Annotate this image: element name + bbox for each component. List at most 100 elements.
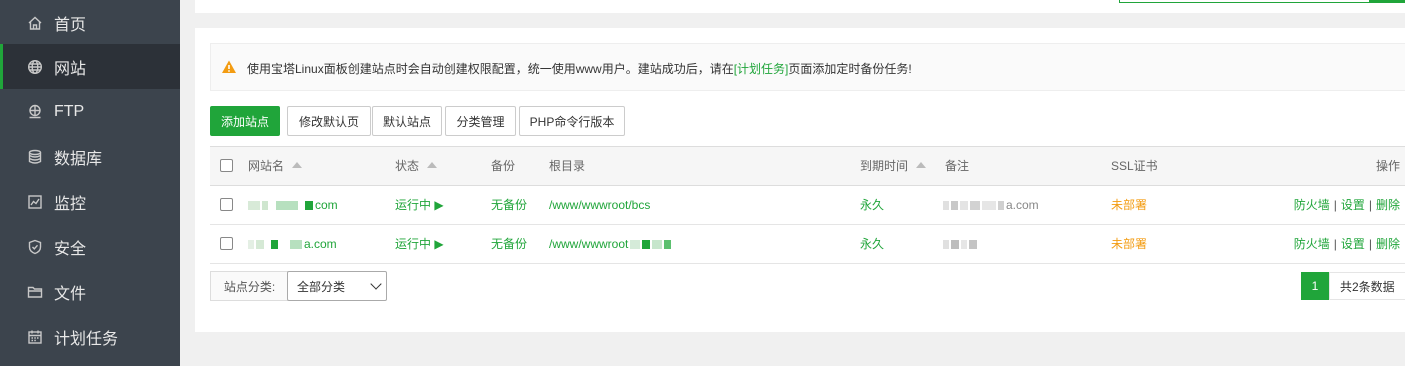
remark-value[interactable] xyxy=(943,225,979,263)
separator: | xyxy=(1333,198,1337,212)
status-toggle[interactable]: 运行中 ▶ xyxy=(395,225,444,263)
search-input[interactable] xyxy=(1119,0,1369,3)
sidebar-item-monitor[interactable]: 监控 xyxy=(0,179,180,224)
page-button-current[interactable]: 1 xyxy=(1301,272,1329,300)
sidebar-item-label: 首页 xyxy=(54,16,87,34)
redacted-mark xyxy=(943,201,949,211)
sidebar-item-database[interactable]: 数据库 xyxy=(0,134,180,179)
total-count: 共2条数据 xyxy=(1329,272,1405,300)
status-toggle[interactable]: 运行中 ▶ xyxy=(395,186,444,224)
sidebar-item-label: 网站 xyxy=(54,60,87,78)
backup-link[interactable]: 无备份 xyxy=(491,186,527,224)
redacted-mark xyxy=(960,201,968,211)
remark-text: a.com xyxy=(1006,198,1039,212)
sort-icon xyxy=(427,161,438,168)
root-dir-link[interactable]: /www/wwwroot xyxy=(549,225,673,263)
redacted-gap xyxy=(270,201,274,210)
home-icon xyxy=(26,14,44,32)
settings-link[interactable]: 设置 xyxy=(1341,237,1365,251)
sort-icon xyxy=(292,161,303,168)
redacted-mark xyxy=(248,240,254,250)
monitor-icon xyxy=(26,193,44,211)
sidebar-item-label: 安全 xyxy=(54,240,87,258)
sidebar-item-files[interactable]: 文件 xyxy=(0,269,180,314)
php-cli-version-button[interactable]: PHP命令行版本 xyxy=(519,106,625,136)
separator: | xyxy=(1368,237,1372,251)
redacted-gap xyxy=(280,240,288,249)
sidebar-item-security[interactable]: 安全 xyxy=(0,224,180,269)
site-table: 网站名 状态 备份 根目录 到期时间 备注 SSL证书 操作 com 运行中 ▶… xyxy=(210,146,1405,264)
ftp-icon xyxy=(26,103,44,121)
separator: | xyxy=(1368,198,1372,212)
header-expire[interactable]: 到期时间 xyxy=(860,147,927,185)
redacted-mark xyxy=(305,201,313,211)
ssl-status-link[interactable]: 未部署 xyxy=(1111,186,1147,224)
site-name-link[interactable]: a.com xyxy=(248,225,337,263)
site-name-text: a.com xyxy=(304,237,337,251)
firewall-link[interactable]: 防火墙 xyxy=(1294,237,1330,251)
default-site-button[interactable]: 默认站点 xyxy=(372,106,442,136)
redacted-mark xyxy=(271,240,278,250)
calendar-icon xyxy=(26,328,44,346)
redacted-gap xyxy=(300,201,303,210)
category-select[interactable]: 全部分类 xyxy=(287,271,387,301)
expire-value[interactable]: 永久 xyxy=(860,186,884,224)
category-manage-button[interactable]: 分类管理 xyxy=(445,106,516,136)
cron-link[interactable]: [计划任务] xyxy=(734,62,789,76)
sidebar-item-label: 监控 xyxy=(54,195,87,213)
redacted-mark xyxy=(290,240,302,250)
header-label: 到期时间 xyxy=(860,159,909,173)
table-row: com 运行中 ▶ 无备份 /www/wwwroot/bcs 永久 a.com … xyxy=(210,186,1405,225)
sidebar-item-ftp[interactable]: FTP xyxy=(0,89,180,134)
redacted-mark xyxy=(276,201,298,211)
ssl-status-link[interactable]: 未部署 xyxy=(1111,225,1147,263)
header-root: 根目录 xyxy=(549,159,586,173)
redacted-mark xyxy=(951,240,959,250)
table-row: a.com 运行中 ▶ 无备份 /www/wwwroot 永久 未部署 防火墙 |… xyxy=(210,225,1405,264)
add-site-button[interactable]: 添加站点 xyxy=(210,106,280,136)
delete-link[interactable]: 删除 xyxy=(1376,237,1400,251)
sidebar-item-website[interactable]: 网站 xyxy=(0,44,180,89)
redacted-mark xyxy=(970,201,980,211)
delete-link[interactable]: 删除 xyxy=(1376,198,1400,212)
settings-link[interactable]: 设置 xyxy=(1341,198,1365,212)
redacted-mark xyxy=(248,201,260,211)
sidebar-item-label: FTP xyxy=(54,102,85,120)
separator: | xyxy=(1333,237,1337,251)
root-dir-link[interactable]: /www/wwwroot/bcs xyxy=(549,186,650,224)
chevron-down-icon xyxy=(370,278,382,290)
warning-icon xyxy=(222,60,236,73)
redacted-mark xyxy=(652,240,663,250)
header-backup: 备份 xyxy=(491,159,516,173)
modify-default-page-button[interactable]: 修改默认页 xyxy=(287,106,371,136)
header-label: 状态 xyxy=(395,159,420,173)
redacted-gap xyxy=(266,240,269,249)
search-button[interactable] xyxy=(1369,0,1405,3)
select-all-checkbox[interactable] xyxy=(220,159,233,172)
firewall-link[interactable]: 防火墙 xyxy=(1294,198,1330,212)
table-header: 网站名 状态 备份 根目录 到期时间 备注 SSL证书 操作 xyxy=(210,147,1405,186)
redacted-mark xyxy=(961,240,967,250)
site-list-panel: 使用宝塔Linux面板创建站点时会自动创建权限配置，统一使用www用户。建站成功… xyxy=(195,28,1405,332)
header-site-name[interactable]: 网站名 xyxy=(248,147,303,185)
site-name-link[interactable]: com xyxy=(248,186,338,224)
sidebar-item-cron[interactable]: 计划任务 xyxy=(0,314,180,359)
sidebar-item-label: 文件 xyxy=(54,285,87,303)
redacted-mark xyxy=(256,240,264,250)
row-checkbox[interactable] xyxy=(220,198,233,211)
header-status[interactable]: 状态 xyxy=(395,147,438,185)
folder-icon xyxy=(26,283,44,301)
redacted-mark xyxy=(982,201,996,211)
expire-value[interactable]: 永久 xyxy=(860,225,884,263)
backup-link[interactable]: 无备份 xyxy=(491,225,527,263)
redacted-mark xyxy=(969,240,977,250)
remark-value[interactable]: a.com xyxy=(943,186,1039,224)
notice-text-after: 页面添加定时备份任务! xyxy=(788,62,912,76)
category-select-value: 全部分类 xyxy=(297,279,346,294)
sidebar-item-label: 计划任务 xyxy=(54,330,119,348)
redacted-mark xyxy=(262,201,268,211)
sidebar-item-home[interactable]: 首页 xyxy=(0,0,180,45)
header-remark: 备注 xyxy=(945,159,970,173)
sort-icon xyxy=(916,161,927,168)
row-checkbox[interactable] xyxy=(220,237,233,250)
